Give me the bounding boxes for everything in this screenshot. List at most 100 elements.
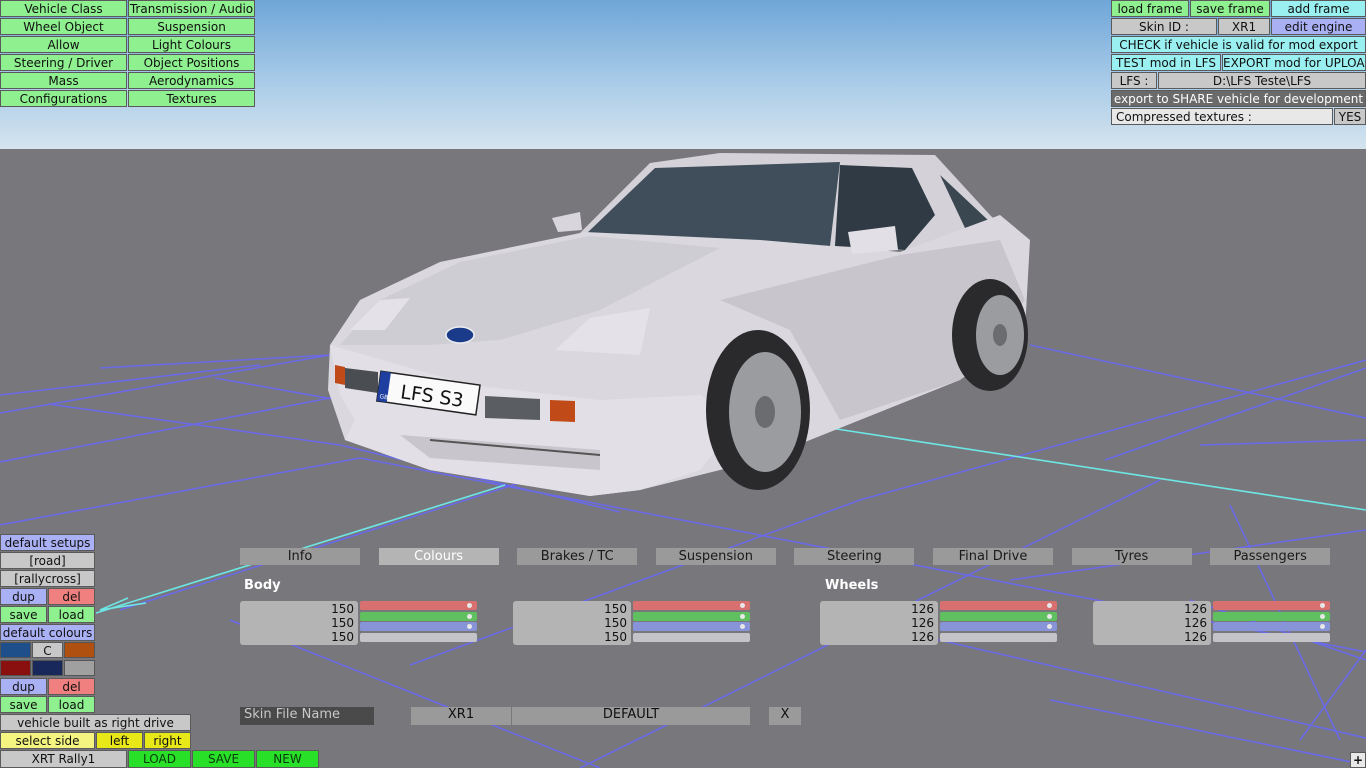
menu-transmission-audio[interactable]: Transmission / Audio (128, 0, 255, 17)
blue-slider[interactable] (633, 622, 750, 631)
load-config-button[interactable]: LOAD (128, 750, 191, 768)
alpha-slider[interactable] (633, 632, 750, 642)
blue-slider[interactable] (1213, 622, 1330, 631)
colour-swatch-4[interactable] (0, 660, 31, 676)
edit-engine-button[interactable]: edit engine (1271, 18, 1366, 35)
tab-brakes-tc[interactable]: Brakes / TC (517, 548, 638, 565)
menu-mass[interactable]: Mass (0, 72, 127, 89)
menu-vehicle-class[interactable]: Vehicle Class (0, 0, 127, 17)
menu-light-colours[interactable]: Light Colours (128, 36, 255, 53)
colour-value: 150 (604, 630, 627, 644)
alpha-slider[interactable] (1213, 632, 1330, 642)
save-colour-button[interactable]: save (0, 696, 47, 713)
dup-colour-button[interactable]: dup (0, 678, 47, 695)
green-slider[interactable] (1213, 611, 1330, 621)
plate-flag: GB (379, 393, 389, 401)
menu-allow[interactable]: Allow (0, 36, 127, 53)
skin-name-field[interactable]: DEFAULT (512, 707, 750, 725)
menu-suspension[interactable]: Suspension (128, 18, 255, 35)
export-mod-button[interactable]: EXPORT mod for UPLOAD (1222, 54, 1366, 71)
tab-passengers[interactable]: Passengers (1210, 548, 1331, 565)
red-slider[interactable] (360, 601, 477, 610)
check-valid-button[interactable]: CHECK if vehicle is valid for mod export (1111, 36, 1366, 53)
car-model (328, 153, 1030, 496)
colour-swatch-5[interactable] (32, 660, 63, 676)
default-colours-button[interactable]: default colours (0, 624, 95, 641)
tab-steering[interactable]: Steering (794, 548, 915, 565)
skin-id-field[interactable]: XR1 (411, 707, 511, 725)
default-setups-button[interactable]: default setups (0, 534, 95, 551)
new-config-button[interactable]: NEW (256, 750, 319, 768)
menu-steering-driver[interactable]: Steering / Driver (0, 54, 127, 71)
save-config-button[interactable]: SAVE (192, 750, 255, 768)
tab-tyres[interactable]: Tyres (1071, 548, 1192, 565)
slider-handle[interactable] (1320, 603, 1325, 608)
green-slider[interactable] (360, 611, 477, 621)
colour-value-box[interactable]: 150 150 150 (513, 601, 631, 645)
colour-value-box[interactable]: 126 126 126 (820, 601, 938, 645)
clear-skin-button[interactable]: X (769, 707, 801, 725)
plus-icon[interactable]: + (1350, 752, 1366, 768)
road-setup-button[interactable]: [road] (0, 552, 95, 569)
select-right-button[interactable]: right (144, 732, 191, 749)
select-left-button[interactable]: left (96, 732, 143, 749)
slider-handle[interactable] (740, 613, 745, 619)
colour-value: 150 (604, 602, 627, 616)
tab-info[interactable]: Info (240, 548, 360, 565)
load-colour-button[interactable]: load (48, 696, 95, 713)
save-frame-button[interactable]: save frame (1190, 0, 1270, 17)
slider-handle[interactable] (740, 624, 745, 629)
slider-handle[interactable] (740, 603, 745, 608)
load-setup-button[interactable]: load (48, 606, 95, 623)
load-frame-button[interactable]: load frame (1111, 0, 1189, 17)
export-share-button[interactable]: export to SHARE vehicle for development (1111, 90, 1366, 107)
slider-handle[interactable] (467, 613, 472, 619)
colour-value: 126 (911, 616, 934, 630)
tab-final-drive[interactable]: Final Drive (933, 548, 1053, 565)
tab-colours[interactable]: Colours (378, 548, 499, 565)
menu-object-positions[interactable]: Object Positions (128, 54, 255, 71)
colour-value: 126 (911, 630, 934, 644)
del-setup-button[interactable]: del (48, 588, 95, 605)
right-drive-toggle[interactable]: vehicle built as right drive (0, 714, 191, 731)
skin-id-value[interactable]: XR1 (1218, 18, 1270, 35)
red-slider[interactable] (940, 601, 1057, 610)
slider-handle[interactable] (467, 603, 472, 608)
alpha-slider[interactable] (360, 632, 477, 642)
alpha-slider[interactable] (940, 632, 1057, 642)
red-slider[interactable] (1213, 601, 1330, 610)
add-frame-button[interactable]: add frame (1271, 0, 1366, 17)
rallycross-setup-button[interactable]: [rallycross] (0, 570, 95, 587)
menu-aerodynamics[interactable]: Aerodynamics (128, 72, 255, 89)
red-slider[interactable] (633, 601, 750, 610)
colour-swatch-6[interactable] (64, 660, 95, 676)
colour-value: 126 (1184, 602, 1207, 616)
slider-handle[interactable] (467, 624, 472, 629)
menu-textures[interactable]: Textures (128, 90, 255, 107)
colour-value-box[interactable]: 126 126 126 (1093, 601, 1211, 645)
colour-swatch-3[interactable] (64, 642, 95, 658)
blue-slider[interactable] (360, 622, 477, 631)
tab-suspension[interactable]: Suspension (655, 548, 776, 565)
test-mod-button[interactable]: TEST mod in LFS (1111, 54, 1221, 71)
dup-setup-button[interactable]: dup (0, 588, 47, 605)
save-setup-button[interactable]: save (0, 606, 47, 623)
colour-value-box[interactable]: 150 150 150 (240, 601, 358, 645)
lfs-path-value[interactable]: D:\LFS Teste\LFS (1158, 72, 1366, 89)
colour-value: 150 (331, 616, 354, 630)
slider-handle[interactable] (1047, 603, 1052, 608)
menu-configurations[interactable]: Configurations (0, 90, 127, 107)
slider-handle[interactable] (1047, 613, 1052, 619)
blue-slider[interactable] (940, 622, 1057, 631)
slider-handle[interactable] (1320, 624, 1325, 629)
del-colour-button[interactable]: del (48, 678, 95, 695)
compressed-textures-toggle[interactable]: YES (1334, 108, 1366, 125)
copy-colour-button[interactable]: C (32, 642, 63, 658)
slider-handle[interactable] (1320, 613, 1325, 619)
colour-swatch-1[interactable] (0, 642, 31, 658)
slider-handle[interactable] (1047, 624, 1052, 629)
config-name-field[interactable]: XRT Rally1 (0, 750, 127, 768)
menu-wheel-object[interactable]: Wheel Object (0, 18, 127, 35)
green-slider[interactable] (940, 611, 1057, 621)
green-slider[interactable] (633, 611, 750, 621)
